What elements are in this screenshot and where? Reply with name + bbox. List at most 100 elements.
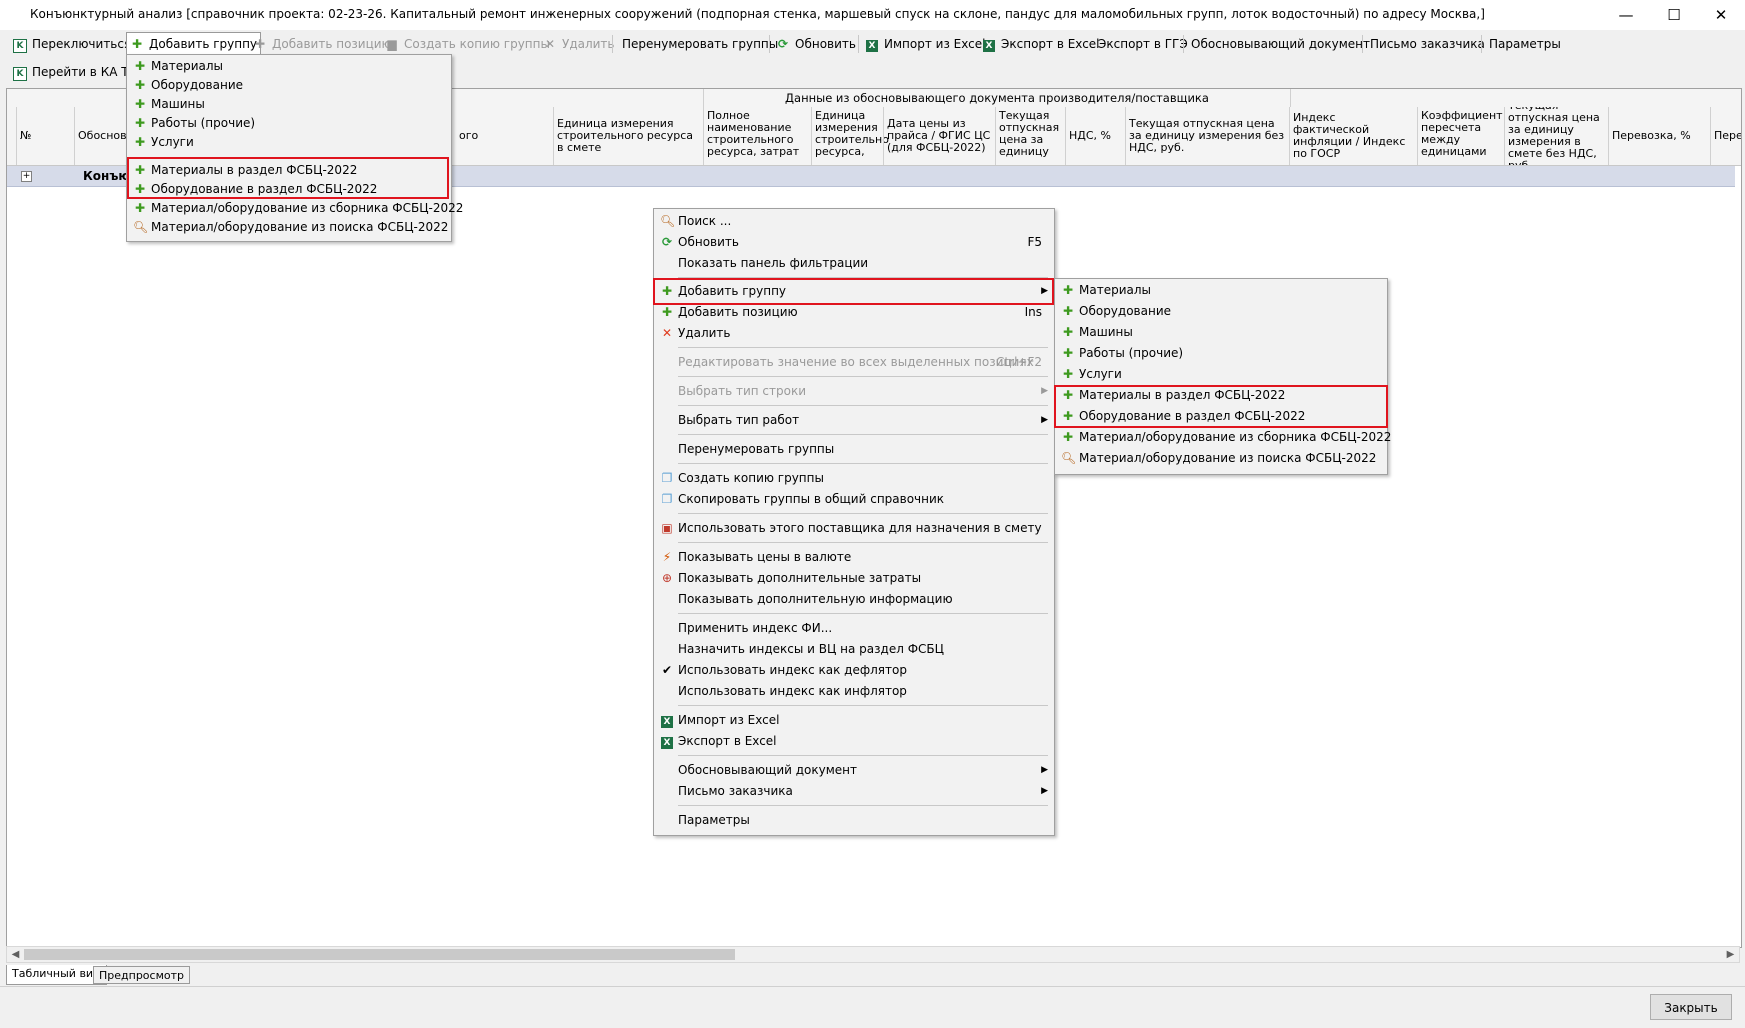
col-num[interactable]: №	[16, 107, 74, 165]
highlight-box	[653, 278, 1054, 305]
context-item-import-excel[interactable]: X Импорт из Excel	[654, 711, 1054, 730]
customer-letter-button[interactable]: Письмо заказчика	[1367, 33, 1488, 55]
col-full-name[interactable]: Полное наименование строительного ресурс…	[703, 107, 811, 165]
context-item-export-excel[interactable]: X Экспорт в Excel	[654, 732, 1054, 751]
submenu-item-from-search[interactable]: 🔍︎ Материал/оборудование из поиска ФСБЦ-2…	[1055, 449, 1387, 468]
col-conversion-coef[interactable]: Коэффициент пересчета между единицами	[1417, 107, 1507, 165]
submenu-item-services[interactable]: ✚ Услуги	[1055, 365, 1387, 384]
context-item-copy-to-common[interactable]: ❐ Скопировать группы в общий справочник	[654, 490, 1054, 509]
copy-icon: ❐	[661, 492, 673, 506]
switch-button[interactable]: K Переключиться	[10, 33, 134, 55]
submenu-item-label: Материалы	[1079, 283, 1151, 297]
dropdown-item-equipment[interactable]: ✚ Оборудование	[127, 76, 451, 95]
submenu-item-label: Оборудование	[1079, 304, 1171, 318]
context-item-justifying-doc[interactable]: Обосновывающий документ ▶	[654, 761, 1054, 780]
dropdown-item-label: Материалы	[151, 59, 223, 73]
context-item-select-work-type[interactable]: Выбрать тип работ ▶	[654, 411, 1054, 430]
submenu-item-from-collection[interactable]: ✚ Материал/оборудование из сборника ФСБЦ-…	[1055, 428, 1391, 447]
close-button[interactable]: Закрыть	[1650, 994, 1732, 1020]
submenu-item-materials[interactable]: ✚ Материалы	[1055, 281, 1387, 300]
context-item-assign-indexes[interactable]: Назначить индексы и ВЦ на раздел ФСБЦ	[654, 640, 1054, 659]
tab-table-view[interactable]: Табличный вид	[6, 965, 107, 985]
col-current-price[interactable]: Текущая отпускная цена за единицу	[995, 107, 1065, 165]
col-unit-in-estimate[interactable]: Единица измерения строительного ресурса …	[553, 107, 703, 165]
tab-preview[interactable]: Предпросмотр	[93, 966, 190, 984]
submenu-item-label: Услуги	[1079, 367, 1122, 381]
maximize-button[interactable]: ☐	[1651, 0, 1697, 30]
submenu-item-label: Работы (прочие)	[1079, 346, 1184, 360]
export-gge-button[interactable]: Экспорт в ГГЭ	[1095, 33, 1191, 55]
submenu-arrow-icon: ▶	[1041, 415, 1048, 425]
import-excel-button[interactable]: X Импорт из Excel	[862, 33, 988, 55]
add-position-button[interactable]: ✚ Добавить позицию	[250, 33, 395, 55]
col-estimate-price[interactable]: Текущая отпускная цена за единицу измере…	[1504, 107, 1613, 165]
expand-icon[interactable]: +	[21, 171, 32, 182]
col-current-price-no-vat[interactable]: Текущая отпускная цена за единицу измере…	[1125, 107, 1289, 165]
context-item-refresh[interactable]: ⟳ Обновить F5	[654, 233, 1054, 252]
params-button[interactable]: Параметры	[1486, 33, 1564, 55]
col-basis[interactable]: Обоснов	[74, 107, 134, 165]
refresh-button[interactable]: ⟳ Обновить	[773, 33, 859, 55]
submenu-item-label: Материал/оборудование из поиска ФСБЦ-202…	[1079, 451, 1377, 465]
copy-icon: ❐	[661, 471, 673, 485]
justifying-doc-button[interactable]: Обосновывающий документ	[1188, 33, 1373, 55]
dropdown-item-services[interactable]: ✚ Услуги	[127, 133, 451, 152]
delete-label: Удалить	[562, 37, 615, 51]
context-item-show-filter[interactable]: Показать панель фильтрации	[654, 254, 1054, 273]
context-item-use-deflator[interactable]: ✔ Использовать индекс как дефлятор	[654, 661, 1054, 680]
submenu-item-works[interactable]: ✚ Работы (прочие)	[1055, 344, 1387, 363]
col-vat[interactable]: НДС, %	[1065, 107, 1125, 165]
context-item-select-row-type[interactable]: Выбрать тип строки ▶	[654, 382, 1054, 401]
scroll-thumb[interactable]	[24, 949, 735, 960]
scroll-right-icon[interactable]: ▶	[1722, 947, 1739, 962]
dropdown-item-works[interactable]: ✚ Работы (прочие)	[127, 114, 451, 133]
col-unit[interactable]: Единица измерения строительног ресурса,	[811, 107, 889, 165]
delete-button[interactable]: ✕ Удалить	[540, 33, 618, 55]
add-group-dropdown: ✚ Материалы ✚ Оборудование ✚ Машины ✚ Работы…	[126, 54, 463, 242]
dropdown-item-materials[interactable]: ✚ Материалы	[127, 57, 451, 76]
plus-icon: ✚	[1062, 325, 1074, 339]
submenu-item-equipment[interactable]: ✚ Оборудование	[1055, 302, 1387, 321]
renumber-button[interactable]: Перенумеровать группы	[619, 33, 781, 55]
plus-icon: ✚	[134, 201, 146, 215]
dropdown-item-machines[interactable]: ✚ Машины	[127, 95, 451, 114]
plus-icon: ✚	[1062, 430, 1074, 444]
submenu-item-machines[interactable]: ✚ Машины	[1055, 323, 1387, 342]
context-item-show-extra-costs[interactable]: ⊕ Показывать дополнительные затраты	[654, 569, 1054, 588]
submenu-item-label: Машины	[1079, 325, 1133, 339]
title-bar: Конъюнктурный анализ [справочник проекта…	[0, 0, 1745, 31]
context-item-apply-index[interactable]: Применить индекс ФИ...	[654, 619, 1054, 638]
context-item-delete[interactable]: ✕ Удалить	[654, 324, 1054, 343]
col-inflation-index[interactable]: Индекс фактической инфляции / Индекс по …	[1289, 107, 1417, 165]
context-item-show-extra-info[interactable]: Показывать дополнительную информацию	[654, 590, 1054, 609]
context-item-create-copy[interactable]: ❐ Создать копию группы	[654, 469, 1054, 488]
context-item-label: Назначить индексы и ВЦ на раздел ФСБЦ	[678, 642, 944, 656]
dropdown-item-from-collection[interactable]: ✚ Материал/оборудование из сборника ФСБЦ-…	[127, 199, 463, 218]
toolbar-separator	[858, 35, 859, 53]
col-next[interactable]: Пере	[1710, 107, 1741, 165]
col-transport[interactable]: Перевозка, %	[1608, 107, 1710, 165]
currency-icon: ⚡	[662, 550, 672, 564]
col-price-date[interactable]: Дата цены из прайса / ФГИС ЦС (для ФСБЦ-…	[883, 107, 995, 165]
context-item-label: Удалить	[678, 326, 731, 340]
context-item-renumber[interactable]: Перенумеровать группы	[654, 440, 1054, 459]
export-excel-button[interactable]: X Экспорт в Excel	[979, 33, 1103, 55]
context-item-use-inflator[interactable]: Использовать индекс как инфлятор	[654, 682, 1054, 701]
refresh-label: Обновить	[795, 37, 856, 51]
context-item-add-position[interactable]: ✚ Добавить позицию Ins	[654, 303, 1054, 322]
close-window-button[interactable]: ✕	[1698, 0, 1744, 30]
minimize-button[interactable]: —	[1603, 0, 1649, 30]
scroll-left-icon[interactable]: ◀	[7, 947, 24, 962]
excel-icon: X	[660, 732, 674, 751]
create-copy-button[interactable]: ▆ Создать копию группы	[382, 33, 553, 55]
context-item-search[interactable]: 🔍︎ Поиск ...	[654, 212, 1054, 231]
context-item-params[interactable]: Параметры	[654, 811, 1054, 830]
shortcut-label: Ctrl+F2	[996, 355, 1042, 369]
context-item-use-supplier[interactable]: ▣ Использовать этого поставщика для назна…	[654, 519, 1054, 538]
context-item-customer-letter[interactable]: Письмо заказчика ▶	[654, 782, 1054, 801]
add-group-button[interactable]: ✚ Добавить группу	[126, 32, 262, 56]
dropdown-item-from-search[interactable]: 🔍︎ Материал/оборудование из поиска ФСБЦ-2…	[127, 218, 451, 237]
horizontal-scrollbar[interactable]: ◀ ▶	[6, 946, 1740, 963]
context-item-edit-all[interactable]: Редактировать значение во всех выделенны…	[654, 353, 1054, 372]
context-item-show-currency[interactable]: ⚡ Показывать цены в валюте	[654, 548, 1054, 567]
